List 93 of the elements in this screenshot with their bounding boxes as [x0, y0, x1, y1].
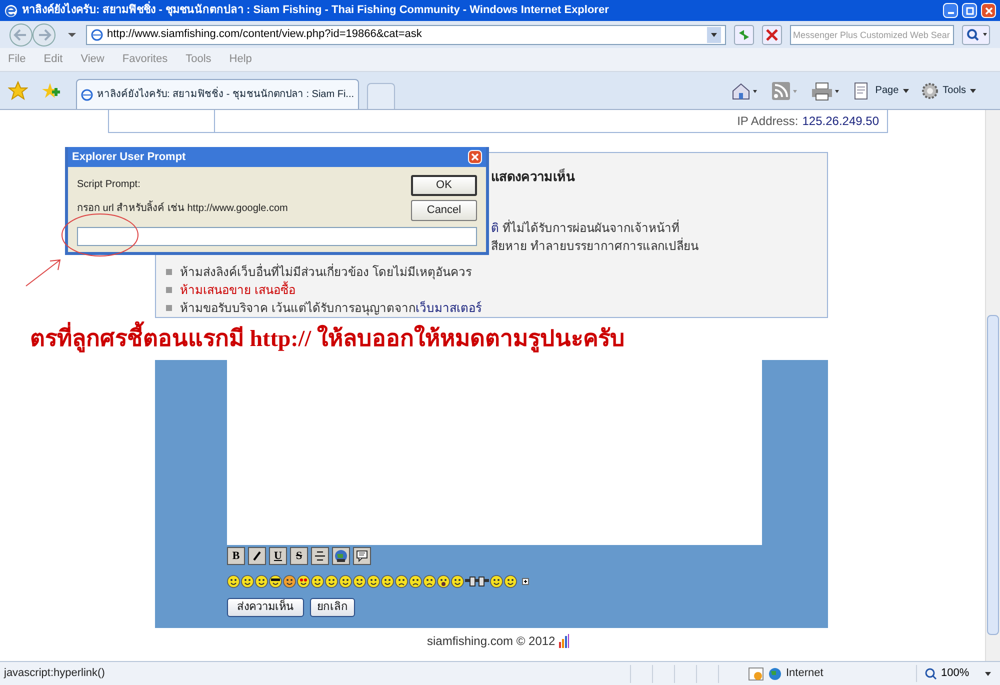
caret-icon	[985, 672, 992, 676]
smiley-icon[interactable]	[241, 575, 254, 588]
cancel-button[interactable]: ยกเลิก	[310, 598, 355, 617]
search-icon[interactable]	[962, 24, 990, 44]
annotation-text: ตรที่ลูกศรชี้ตอนแรกมี http:// ให้ลบออกให้หมดตามรูปนะครับ	[30, 322, 775, 356]
bold-button[interactable]: B	[227, 547, 245, 565]
speech-bubble-icon	[356, 550, 368, 562]
link-button[interactable]	[332, 547, 350, 565]
maximize-button[interactable]	[962, 3, 977, 18]
smiley-icon[interactable]	[490, 575, 503, 588]
zone-text: Internet	[786, 666, 824, 682]
smiley-icon[interactable]	[423, 575, 436, 588]
search-field[interactable]: Messenger Plus Customized Web Sear	[790, 24, 954, 44]
globe-icon	[334, 549, 348, 563]
footer-text: siamfishing.com © 2012	[427, 633, 556, 650]
refresh-icon[interactable]	[734, 24, 754, 44]
close-button[interactable]	[981, 3, 996, 18]
rule-text: ติ ที่ไม่ได้รับการผ่อนผันจากเจ้าหน้าที่	[491, 219, 680, 237]
center-button[interactable]	[311, 547, 329, 565]
smiley-icon[interactable]	[269, 575, 282, 588]
more-icon[interactable]	[522, 578, 529, 585]
rule-link[interactable]: เว็บมาสเตอร์	[415, 299, 482, 317]
status-text: javascript:hyperlink()	[4, 666, 106, 682]
smiley-icon[interactable]	[381, 575, 394, 588]
smiley-icon[interactable]	[409, 575, 422, 588]
close-icon	[984, 6, 992, 14]
smiley-icon[interactable]	[504, 575, 517, 588]
close-icon	[471, 153, 479, 161]
dropdown-icon	[707, 26, 721, 42]
window-title: หาลิงค์ยังไงครับ: สยามฟิชชิ่ง - ชุมชนนักตกปลา : Siam Fishing - Thai Fishing Community - Windows Internet Explorer	[22, 2, 939, 19]
smiley-icon[interactable]	[255, 575, 268, 588]
ok-button[interactable]: OK	[411, 175, 477, 196]
minimize-icon	[948, 12, 954, 14]
zoom-button[interactable]: 100%	[916, 665, 996, 682]
ip-label: IP Address:	[737, 113, 798, 130]
bullet-icon	[166, 287, 172, 293]
printer-icon[interactable]	[811, 80, 842, 100]
smiley-icon[interactable]	[437, 575, 450, 588]
rule-text: ห้ามขอรับบริจาค เว้นแต่ได้รับการอนุญาตจาก	[180, 300, 416, 317]
smiley-icon[interactable]	[395, 575, 408, 588]
smiley-icon[interactable]	[339, 575, 352, 588]
gear-icon	[920, 82, 939, 100]
tools-menu-button[interactable]: Tools	[920, 82, 976, 100]
smiley-icon[interactable]	[325, 575, 338, 588]
dialog-message: กรอก url สำหรับลิ้งค์ เช่น http://www.google.com	[77, 201, 411, 216]
bullet-icon	[166, 305, 172, 311]
cancel-button[interactable]: Cancel	[411, 200, 477, 221]
dialog-label: Script Prompt:	[77, 178, 142, 192]
italic-icon	[252, 551, 262, 561]
rule-text: ห้ามเสนอขาย เสนอซื้อ	[180, 281, 296, 299]
submit-button[interactable]: ส่งความเห็น	[227, 598, 304, 617]
browser-logo-icon	[4, 4, 18, 18]
zoom-icon	[925, 668, 937, 680]
smiley-icon[interactable]	[353, 575, 366, 588]
rule-text: ห้ามส่งลิงค์เว็บอื่นที่ไม่มีส่วนเกี่ยวข้อง โดยไม่มีเหตุอันควร	[180, 263, 472, 281]
smiley-icon[interactable]	[227, 575, 240, 588]
rules-heading: แสดงความเห็น	[491, 169, 575, 184]
dialog-close-button[interactable]	[468, 150, 482, 164]
caret-icon	[902, 88, 909, 92]
feed-icon[interactable]	[771, 80, 800, 100]
italic-button[interactable]	[248, 547, 266, 565]
globe-icon	[768, 666, 782, 680]
smiley-icon[interactable]	[451, 575, 464, 588]
minimize-button[interactable]	[943, 3, 958, 18]
url-text: http://www.siamfishing.com/content/view.php?id=19866&cat=ask	[107, 27, 423, 42]
caret-icon	[970, 88, 976, 92]
ip-address: 125.26.249.50	[802, 113, 879, 130]
comment-field[interactable]	[227, 360, 762, 545]
dialog-title: Explorer User Prompt	[72, 150, 186, 165]
scrollbar-thumb[interactable]	[987, 315, 999, 635]
smiley-icon[interactable]	[297, 575, 310, 588]
strike-button[interactable]: S	[290, 547, 308, 565]
address-field[interactable]: http://www.siamfishing.com/content/view.php?id=19866&cat=ask	[86, 24, 726, 44]
glasses-smiley-icon[interactable]	[465, 575, 489, 588]
underline-button[interactable]: U	[269, 547, 287, 565]
add-favorite-icon[interactable]	[40, 80, 60, 100]
smiley-icon[interactable]	[367, 575, 380, 588]
bullet-icon	[166, 269, 172, 275]
quote-button[interactable]	[353, 547, 371, 565]
home-icon[interactable]	[731, 80, 760, 100]
rule-link[interactable]: ติ	[491, 221, 499, 235]
smiley-icon[interactable]	[311, 575, 324, 588]
star-icon[interactable]	[8, 80, 28, 100]
align-center-icon	[315, 551, 325, 561]
maximize-icon	[966, 6, 974, 14]
browser-tab[interactable]: หาลิงค์ยังไงครับ: สยามฟิชชิ่ง - ชุมชนนักตกปลา : Siam Fi...	[76, 79, 360, 109]
security-icon[interactable]	[748, 666, 764, 680]
rule-text: สียหาย ทำลายบรรยากาศการแลกเปลี่ยน	[491, 237, 698, 255]
prompt-input-field[interactable]	[77, 227, 477, 246]
stop-icon[interactable]	[762, 24, 782, 44]
smiley-icon[interactable]	[283, 575, 296, 588]
page-menu-button[interactable]: Page	[853, 82, 909, 100]
bar-chart-logo-icon	[559, 634, 570, 648]
